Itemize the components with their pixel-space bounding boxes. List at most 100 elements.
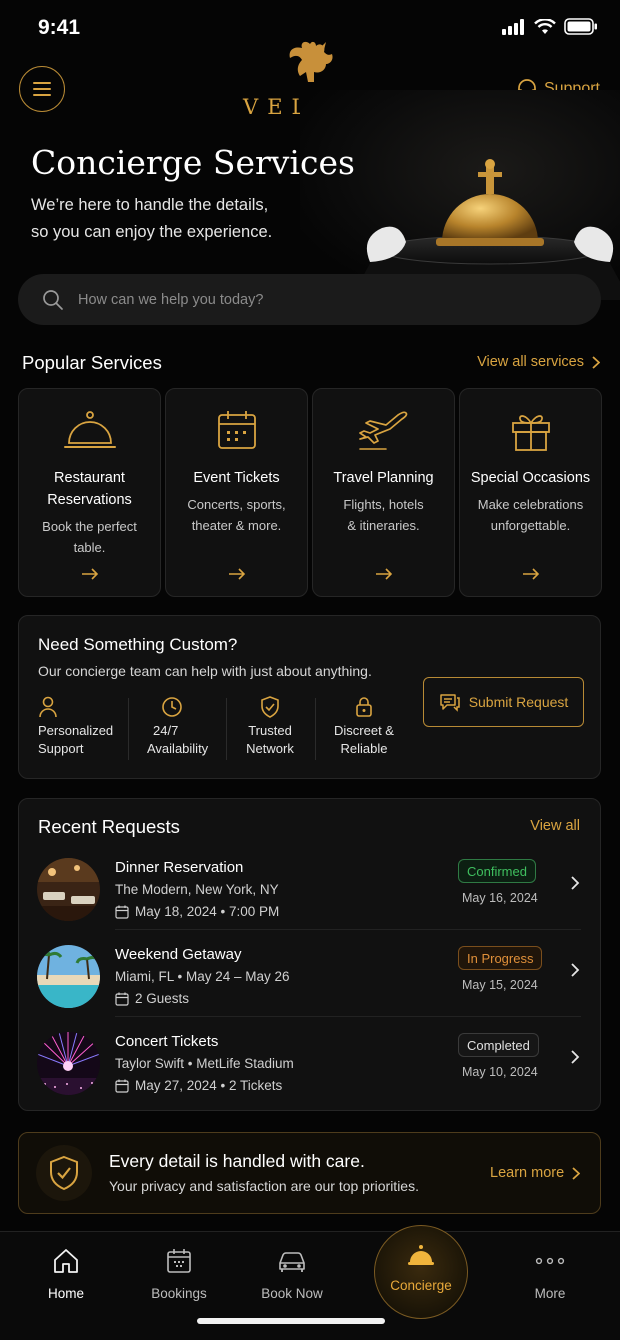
battery-icon (564, 18, 597, 35)
care-banner: Every detail is handled with care. Your … (18, 1132, 601, 1214)
hamburger-icon (33, 82, 51, 96)
tab-label: Home (47, 1286, 84, 1301)
calendar-icon (167, 1249, 191, 1273)
feature-trusted: Trusted Network (246, 696, 294, 758)
calendar-icon (115, 992, 129, 1006)
request-date: May 15, 2024 (462, 978, 538, 992)
calendar-icon (115, 905, 129, 919)
signal-icon (502, 18, 524, 35)
custom-request-card: Need Something Custom? Our concierge tea… (18, 615, 601, 779)
person-icon (39, 696, 57, 718)
arrow-right-icon (228, 568, 245, 580)
view-all-requests-link[interactable]: View all (530, 818, 580, 834)
tab-book-now[interactable]: Book Now (247, 1246, 337, 1301)
learn-more-link[interactable]: Learn more (490, 1165, 581, 1181)
clock-icon (162, 697, 182, 717)
care-title: Every detail is handled with care. (109, 1151, 365, 1171)
submit-request-button[interactable]: Submit Request (423, 677, 584, 727)
service-title: Restaurant Reservations (47, 470, 132, 508)
submit-request-label: Submit Request (468, 694, 569, 710)
service-desc: Flights, hotels & itineraries. (343, 497, 424, 533)
status-badge: Completed (458, 1033, 539, 1057)
lock-icon (356, 697, 372, 717)
shield-check-icon (50, 1155, 78, 1191)
chevron-right-icon (571, 963, 580, 977)
arrow-right-icon (81, 568, 98, 580)
arrow-right-icon (375, 568, 392, 580)
status-badge: Confirmed (458, 859, 536, 883)
status-time: 9:41 (38, 16, 81, 39)
service-card-event-tickets[interactable]: Event Tickets Concerts, sports, theater &… (165, 388, 308, 597)
tab-label: Bookings (151, 1286, 207, 1301)
service-card-special-occasions[interactable]: Special Occasions Make celebrations unfor… (459, 388, 602, 597)
page-title: Concierge Services (31, 143, 355, 182)
request-guests: 2 Guests (115, 991, 189, 1006)
request-date: May 10, 2024 (462, 1065, 538, 1079)
more-icon (535, 1257, 565, 1265)
tab-bookings[interactable]: Bookings (134, 1246, 224, 1301)
feature-discreet: Discreet & Reliable (333, 696, 395, 758)
feature-personalized: Personalized Support (38, 696, 113, 758)
chat-icon (439, 694, 460, 712)
tab-home[interactable]: Home (21, 1246, 111, 1301)
menu-button[interactable] (19, 66, 65, 112)
request-location: The Modern, New York, NY (115, 882, 279, 897)
request-datetime: May 18, 2024 • 7:00 PM (115, 904, 279, 919)
tab-concierge[interactable]: Concierge (374, 1225, 468, 1319)
service-card-travel[interactable]: Travel Planning Flights, hotels & itinera… (312, 388, 455, 597)
status-icons (502, 18, 598, 35)
request-title: Concert Tickets (115, 1033, 219, 1050)
home-icon (54, 1249, 78, 1273)
feature-availability: 24/7 Availability (147, 696, 208, 758)
recent-requests-title: Recent Requests (38, 816, 180, 837)
gift-icon (511, 415, 550, 451)
status-badge: In Progress (458, 946, 543, 970)
search-icon (43, 289, 63, 310)
custom-subtitle: Our concierge team can help with just ab… (38, 663, 372, 679)
service-desc: Make celebrations unforgettable. (477, 497, 584, 533)
learn-more-label: Learn more (490, 1165, 565, 1181)
tab-label: Book Now (261, 1286, 323, 1301)
bell-icon (408, 1245, 434, 1265)
shield-check-icon (261, 696, 279, 718)
shield-badge (36, 1145, 92, 1201)
service-desc: Book the perfect table. (42, 519, 137, 555)
view-all-services-label: View all services (477, 354, 584, 370)
request-title: Dinner Reservation (115, 859, 244, 876)
tab-more[interactable]: More (505, 1246, 595, 1301)
search-input[interactable]: How can we help you today? (78, 292, 263, 308)
tab-label: More (534, 1286, 566, 1301)
concert-thumbnail (37, 1032, 100, 1095)
griffin-logo-icon (289, 41, 333, 82)
restaurant-thumbnail (37, 858, 100, 921)
service-title: Event Tickets (193, 470, 280, 486)
tab-label: Concierge (390, 1278, 452, 1293)
request-title: Weekend Getaway (115, 946, 242, 963)
recent-requests-card: Recent Requests View all Dinner Reservat… (18, 798, 601, 1111)
resort-thumbnail (37, 945, 100, 1008)
chevron-right-icon (571, 876, 580, 890)
service-title: Special Occasions (470, 470, 591, 486)
request-date: May 16, 2024 (462, 891, 538, 905)
service-desc: Concerts, sports, theater & more. (187, 497, 286, 533)
search-bar[interactable]: How can we help you today? (18, 274, 601, 325)
calendar-icon (115, 1079, 129, 1093)
request-venue: Taylor Swift • MetLife Stadium (115, 1056, 294, 1071)
chevron-right-icon (592, 355, 600, 369)
chevron-right-icon (571, 1050, 580, 1064)
hero-subtitle-line2: so you can enjoy the experience. (31, 223, 273, 241)
view-all-services-link[interactable]: View all services (477, 354, 600, 370)
car-icon (279, 1252, 305, 1272)
request-location: Miami, FL • May 24 – May 26 (115, 969, 290, 984)
popular-services-title: Popular Services (22, 352, 162, 373)
wifi-icon (534, 18, 556, 34)
service-card-restaurant[interactable]: Restaurant Reservations Book the perfect t… (18, 388, 161, 597)
request-row-concert[interactable]: Concert Tickets Taylor Swift • MetLife S… (19, 1028, 602, 1116)
arrow-right-icon (522, 568, 539, 580)
calendar-icon (217, 411, 256, 449)
airplane-icon (358, 411, 407, 450)
service-title: Travel Planning (333, 470, 434, 486)
home-indicator (197, 1318, 385, 1324)
hero-subtitle: We’re here to handle the details, so you… (31, 192, 272, 246)
care-subtitle: Your privacy and satisfaction are our to… (109, 1178, 419, 1194)
